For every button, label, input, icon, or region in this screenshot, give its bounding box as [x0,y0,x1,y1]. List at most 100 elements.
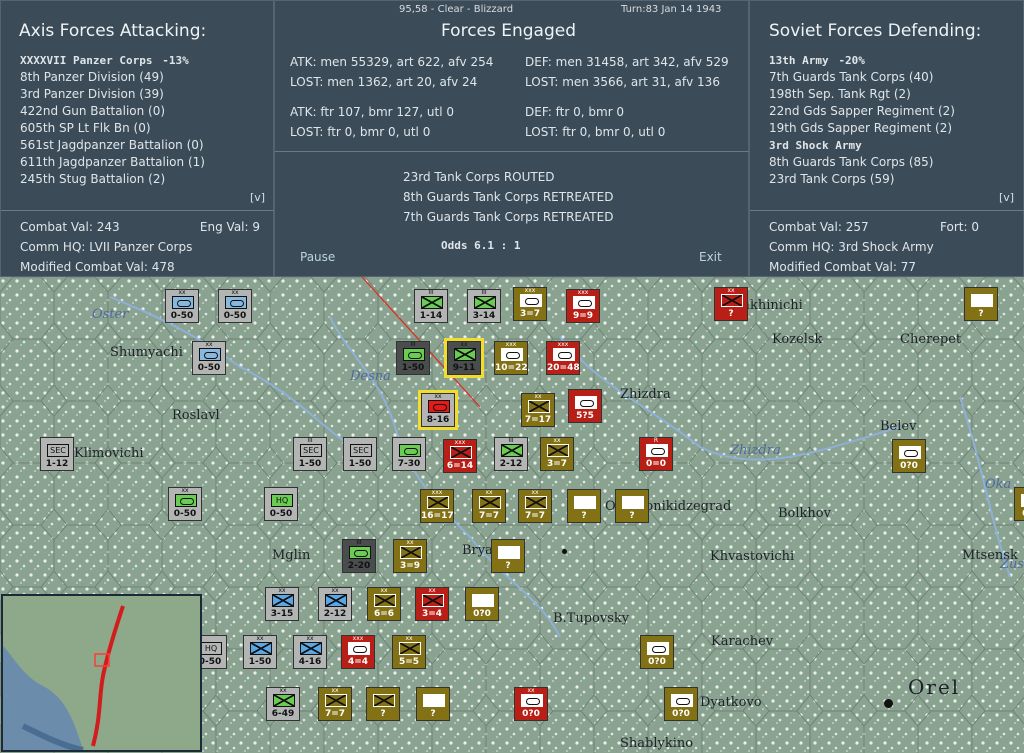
unit-counter[interactable]: SEC 1-12 [40,437,80,477]
unit-counter[interactable]: xx 7=7 [518,489,558,529]
unit-counter[interactable]: 0?0 [465,587,505,627]
unit-counter[interactable]: ? [491,539,531,579]
axis-combat-row: Combat Val: 243 Eng Val: 9 [20,217,260,237]
axis-unit-item: 561st Jagdpanzer Battalion (0) [20,138,204,152]
unit-counter[interactable]: xx 5=5 [392,635,432,675]
unit-counter[interactable]: III 1-14 [414,289,454,329]
atk-ground-line: ATK: men 55329, art 622, afv 254 [290,55,494,69]
unit-counter[interactable]: ? [567,489,607,529]
soviet-army-line: 13th Army -20% [769,52,955,69]
axis-divider [1,210,275,211]
unit-counter[interactable]: 7-30 [392,437,432,477]
unit-counter[interactable]: 0?0 [664,687,704,727]
def-ground-lost: LOST: men 3566, art 31, afv 136 [525,75,720,89]
soviet-expand-button[interactable]: [v] [999,191,1014,204]
unit-counter[interactable]: 0?0 [640,635,680,675]
axis-unit-item: 3rd Panzer Division (39) [20,87,164,101]
town-label: Zhizdra [620,387,671,402]
atk-air-line: ATK: ftr 107, bmr 127, utl 0 [290,105,455,119]
axis-corps-name: XXXXVII Panzer Corps [20,54,153,67]
unit-counter[interactable]: III SEC 1-50 [293,437,333,477]
axis-corps-modifier: -13% [162,54,189,67]
town-label: Klimovichi [74,446,144,461]
soviet-army-name: 13th Army [769,54,829,67]
unit-counter[interactable]: SEC 1-50 [343,437,383,477]
minimap[interactable] [1,594,202,752]
town-label: Cherepet [900,332,962,347]
unit-counter[interactable]: III 3-14 [467,289,507,329]
result-line: 23rd Tank Corps ROUTED [403,170,555,184]
unit-counter[interactable]: xx 6=6 [367,587,407,627]
soviet-unit-item: 7th Guards Tank Corps (40) [769,70,934,84]
unit-counter[interactable]: 0?0 [1014,487,1024,527]
river-label: Oka [985,477,1012,492]
unit-counter[interactable]: 5?5 [568,389,608,429]
unit-counter[interactable]: xx 0-50 [165,289,205,329]
unit-counter[interactable]: III 2-12 [494,437,534,477]
axis-unit-item: 245th Stug Battalion (2) [20,172,166,186]
unit-counter[interactable]: xxx 9=9 [566,289,606,329]
axis-comm-hq: Comm HQ: LVII Panzer Corps [20,240,193,254]
unit-counter[interactable]: xx 3-15 [265,587,305,627]
soviet-combat-row: Combat Val: 257 Fort: 0 [769,217,979,237]
unit-counter[interactable]: xx? [714,287,754,327]
unit-counter[interactable]: xx 2-12 [318,587,358,627]
unit-counter[interactable]: xxx 10=22 [494,341,534,381]
axis-stats: Combat Val: 243 Eng Val: 9 Comm HQ: LVII… [20,217,260,277]
axis-forces-panel: Axis Forces Attacking: XXXXVII Panzer Co… [0,0,275,277]
unit-counter[interactable]: xx 8-16 [418,390,461,433]
unit-counter[interactable]: ? [615,489,655,529]
town-label: Belev [880,419,917,434]
town-label: Bolkhov [778,506,831,521]
soviet-unit-item: 22nd Gds Sapper Regiment (2) [769,104,955,118]
hex-weather-info: 95,58 - Clear - Blizzard [399,4,514,15]
axis-unit-item: 422nd Gun Battalion (0) [20,104,166,118]
town-label: Khvastovichi [710,549,795,564]
unit-counter[interactable]: xx 3=7 [540,437,580,477]
atk-air-lost: LOST: ftr 0, bmr 0, utl 0 [290,125,431,139]
unit-counter[interactable]: xx 4-16 [293,635,333,675]
unit-counter[interactable]: xx 0-50 [168,487,208,527]
unit-counter[interactable]: xx 7=7 [472,489,512,529]
town-label: Mglin [272,548,311,563]
soviet-army-name: 3rd Shock Army [769,139,862,152]
town-label: B.Tupovsky [553,611,630,626]
unit-counter[interactable]: ? [964,287,1004,327]
soviet-modified-combat-val: Modified Combat Val: 77 [769,260,917,274]
unit-counter[interactable]: xx 9-11 [444,338,487,381]
exit-button[interactable]: Exit [699,250,722,264]
unit-counter[interactable]: xxx 6=14 [443,439,483,479]
soviet-unit-item: 198th Sep. Tank Rgt (2) [769,87,911,101]
result-line: 7th Guards Tank Corps RETREATED [403,210,614,224]
soviet-combat-val: Combat Val: 257 [769,220,869,234]
def-air-line: DEF: ftr 0, bmr 0 [525,105,625,119]
unit-counter[interactable]: R 0=0 [639,437,679,477]
unit-counter[interactable]: xx 3=9 [393,539,433,579]
unit-counter[interactable]: III 2-20 [342,539,382,579]
unit-counter[interactable]: xx 0-50 [218,289,258,329]
unit-counter[interactable]: ? [416,687,456,727]
unit-counter[interactable]: xxx 4=4 [341,635,381,675]
unit-counter[interactable]: ? [366,687,406,727]
soviet-forces-panel: Soviet Forces Defending: 13th Army -20% … [749,0,1024,277]
soviet-panel-title: Soviet Forces Defending: [769,21,982,41]
unit-counter[interactable]: xx 7=17 [521,393,561,433]
unit-counter[interactable]: HQ 0-50 [264,487,304,527]
center-divider [275,151,750,152]
unit-counter[interactable]: xxx 16=17 [420,489,460,529]
combat-odds: Odds 6.1 : 1 [441,239,521,252]
unit-counter[interactable]: xx 1-50 [243,635,283,675]
unit-counter[interactable]: xx 0?0 [514,687,554,727]
unit-counter[interactable]: xx 6-49 [266,687,306,727]
unit-counter[interactable]: xxx 20=48 [546,341,586,381]
axis-expand-button[interactable]: [v] [250,191,265,204]
unit-counter[interactable]: xxx 3=7 [513,287,553,327]
unit-counter[interactable]: 0?0 [892,439,932,479]
pause-button[interactable]: Pause [300,250,335,264]
city-marker [562,549,567,554]
unit-counter[interactable]: xx 0-50 [192,341,232,381]
unit-counter[interactable]: III 1-50 [396,341,436,381]
unit-counter[interactable]: xx 3=4 [415,587,455,627]
unit-counter[interactable]: xx 7=7 [318,687,358,727]
city-marker [884,699,893,708]
